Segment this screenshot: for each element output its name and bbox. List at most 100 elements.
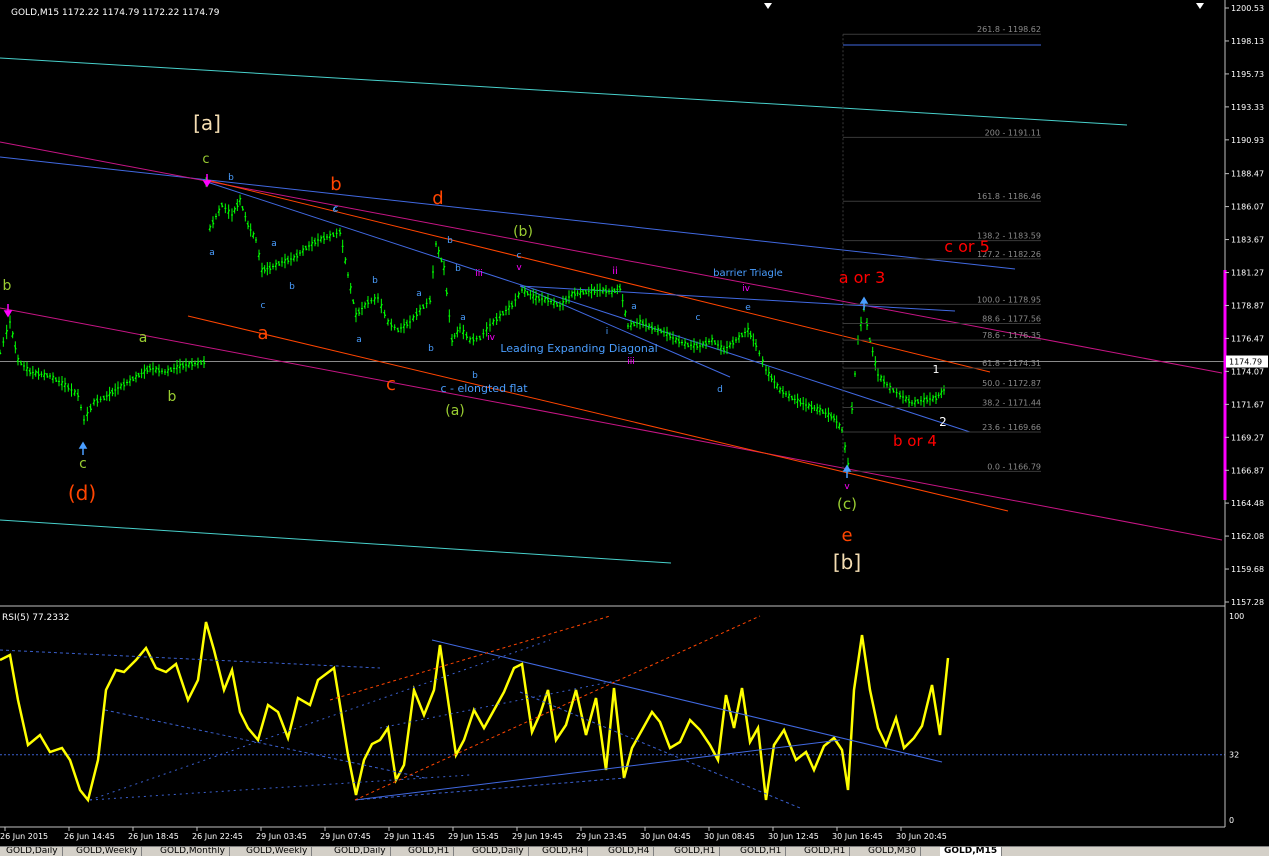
time-tick-label: 29 Jun 23:45 [576, 832, 627, 841]
price-tick-label: 1178.87 [1231, 301, 1264, 310]
wave-label: 1 [933, 363, 940, 376]
price-tick-label: 1159.68 [1231, 565, 1264, 574]
fib-level-label: 0.0 - 1166.79 [987, 462, 1041, 471]
time-tick-label: 29 Jun 11:45 [384, 832, 435, 841]
price-tick-label: 1186.07 [1231, 203, 1264, 212]
wave-label: e [745, 303, 751, 313]
time-tick-label: 30 Jun 04:45 [640, 832, 691, 841]
price-tick-label: 1162.08 [1231, 532, 1264, 541]
time-tick-label: 30 Jun 12:45 [768, 832, 819, 841]
wave-label: (c) [837, 495, 857, 513]
time-tick-label: 29 Jun 07:45 [320, 832, 371, 841]
time-tick-label: 30 Jun 08:45 [704, 832, 755, 841]
wave-label: a [209, 248, 215, 258]
wave-label: e [841, 525, 852, 546]
wave-label: b [447, 236, 453, 246]
time-tick-label: 26 Jun 18:45 [128, 832, 179, 841]
wave-label: (b) [513, 224, 533, 240]
fib-level-label: 50.0 - 1172.87 [982, 379, 1041, 388]
wave-label: a [356, 335, 362, 345]
time-tick-label: 29 Jun 15:45 [448, 832, 499, 841]
price-tick-label: 1198.13 [1231, 37, 1264, 46]
wave-label: c - elongted flat [440, 382, 528, 395]
wave-label: ii [612, 266, 618, 277]
time-tick-label: 30 Jun 20:45 [896, 832, 947, 841]
wave-label: c [334, 204, 339, 214]
fib-level-label: 161.8 - 1186.46 [977, 192, 1041, 201]
wave-label: a [460, 313, 466, 323]
price-tick-label: 1171.67 [1231, 400, 1264, 409]
wave-label: iii [627, 357, 635, 367]
wave-label: d [432, 188, 443, 209]
wave-label: a [631, 302, 637, 312]
fib-level-label: 38.2 - 1171.44 [982, 399, 1041, 408]
wave-label: b [428, 344, 434, 354]
wave-label: c [202, 152, 209, 167]
chart-background [0, 0, 1269, 855]
time-tick-label: 26 Jun 2015 [0, 832, 48, 841]
wave-label: a [416, 289, 422, 299]
time-tick-label: 29 Jun 19:45 [512, 832, 563, 841]
wave-label: iv [487, 333, 496, 343]
wave-label: b [372, 276, 378, 286]
wave-label: c [517, 251, 522, 261]
symbol-title: GOLD,M15 [11, 8, 59, 18]
price-tick-label: 1174.07 [1231, 367, 1264, 376]
price-tick-label: 1183.67 [1231, 236, 1264, 245]
time-tick-label: 26 Jun 14:45 [64, 832, 115, 841]
price-tick-label: 1164.48 [1231, 499, 1264, 508]
wave-label: iv [742, 284, 751, 294]
price-tick-label: 1176.47 [1231, 334, 1264, 343]
wave-label: b [455, 264, 461, 274]
wave-label: c [261, 301, 266, 311]
wave-label: v [844, 482, 850, 492]
wave-label: (a) [445, 403, 465, 419]
wave-label: b [3, 278, 12, 294]
wave-label: c [386, 374, 396, 395]
chart-window[interactable]: 261.8 - 1198.62 200 - 1191.11 161.8 - 1186… [0, 0, 1269, 855]
wave-label: d [717, 385, 723, 395]
wave-label: b or 4 [893, 432, 937, 450]
price-tick-label: 1190.93 [1231, 136, 1264, 145]
fib-level-label: 78.6 - 1176.35 [982, 331, 1041, 340]
wave-label: a [271, 239, 277, 249]
price-tick-label: 1169.27 [1231, 433, 1264, 442]
wave-label: a [139, 330, 148, 346]
price-tick-label: 1195.73 [1231, 70, 1264, 79]
current-price-value: 1174.79 [1229, 358, 1262, 367]
rsi-tick-label: 0 [1229, 816, 1234, 825]
wave-label: Leading Expanding Diagonal [500, 342, 657, 355]
price-tick-label: 1181.27 [1231, 269, 1264, 278]
fib-level-label: 61.8 - 1174.31 [982, 359, 1041, 368]
wave-label: [a] [193, 111, 221, 135]
price-tick-label: 1188.47 [1231, 170, 1264, 179]
wave-label: a or 3 [839, 268, 886, 287]
time-tick-label: 30 Jun 16:45 [832, 832, 883, 841]
wave-label: b [168, 389, 177, 405]
fib-level-label: 23.6 - 1169.66 [982, 423, 1041, 432]
wave-label: c [696, 313, 701, 323]
price-tick-label: 1166.87 [1231, 466, 1264, 475]
rsi-label: RSI(5) 77.2332 [2, 613, 69, 623]
wave-label: v [516, 263, 522, 273]
wave-label: c [79, 456, 87, 472]
wave-label: (d) [68, 481, 96, 505]
fib-level-label: 261.8 - 1198.62 [977, 25, 1041, 34]
wave-label: 2 [939, 415, 947, 429]
price-tick-label: 1157.28 [1231, 598, 1264, 607]
wave-label: a [257, 323, 268, 344]
price-tick-label: 1193.33 [1231, 103, 1264, 112]
fib-level-label: 200 - 1191.11 [985, 128, 1041, 137]
rsi-tick-label: 32 [1229, 751, 1239, 760]
wave-label: b [228, 173, 234, 183]
wave-label: barrier Triagle [713, 268, 783, 279]
fib-level-label: 100.0 - 1178.95 [977, 295, 1041, 304]
wave-label: b [472, 371, 478, 381]
rsi-tick-label: 100 [1229, 612, 1244, 621]
wave-label: iii [475, 269, 483, 279]
fib-level-label: 88.6 - 1177.56 [982, 314, 1041, 323]
price-tick-label: 1200.53 [1231, 4, 1264, 13]
wave-label: b [289, 282, 295, 292]
wave-label: [b] [833, 550, 861, 574]
ohlc-readout: 1172.22 1174.79 1172.22 1174.79 [62, 8, 220, 18]
